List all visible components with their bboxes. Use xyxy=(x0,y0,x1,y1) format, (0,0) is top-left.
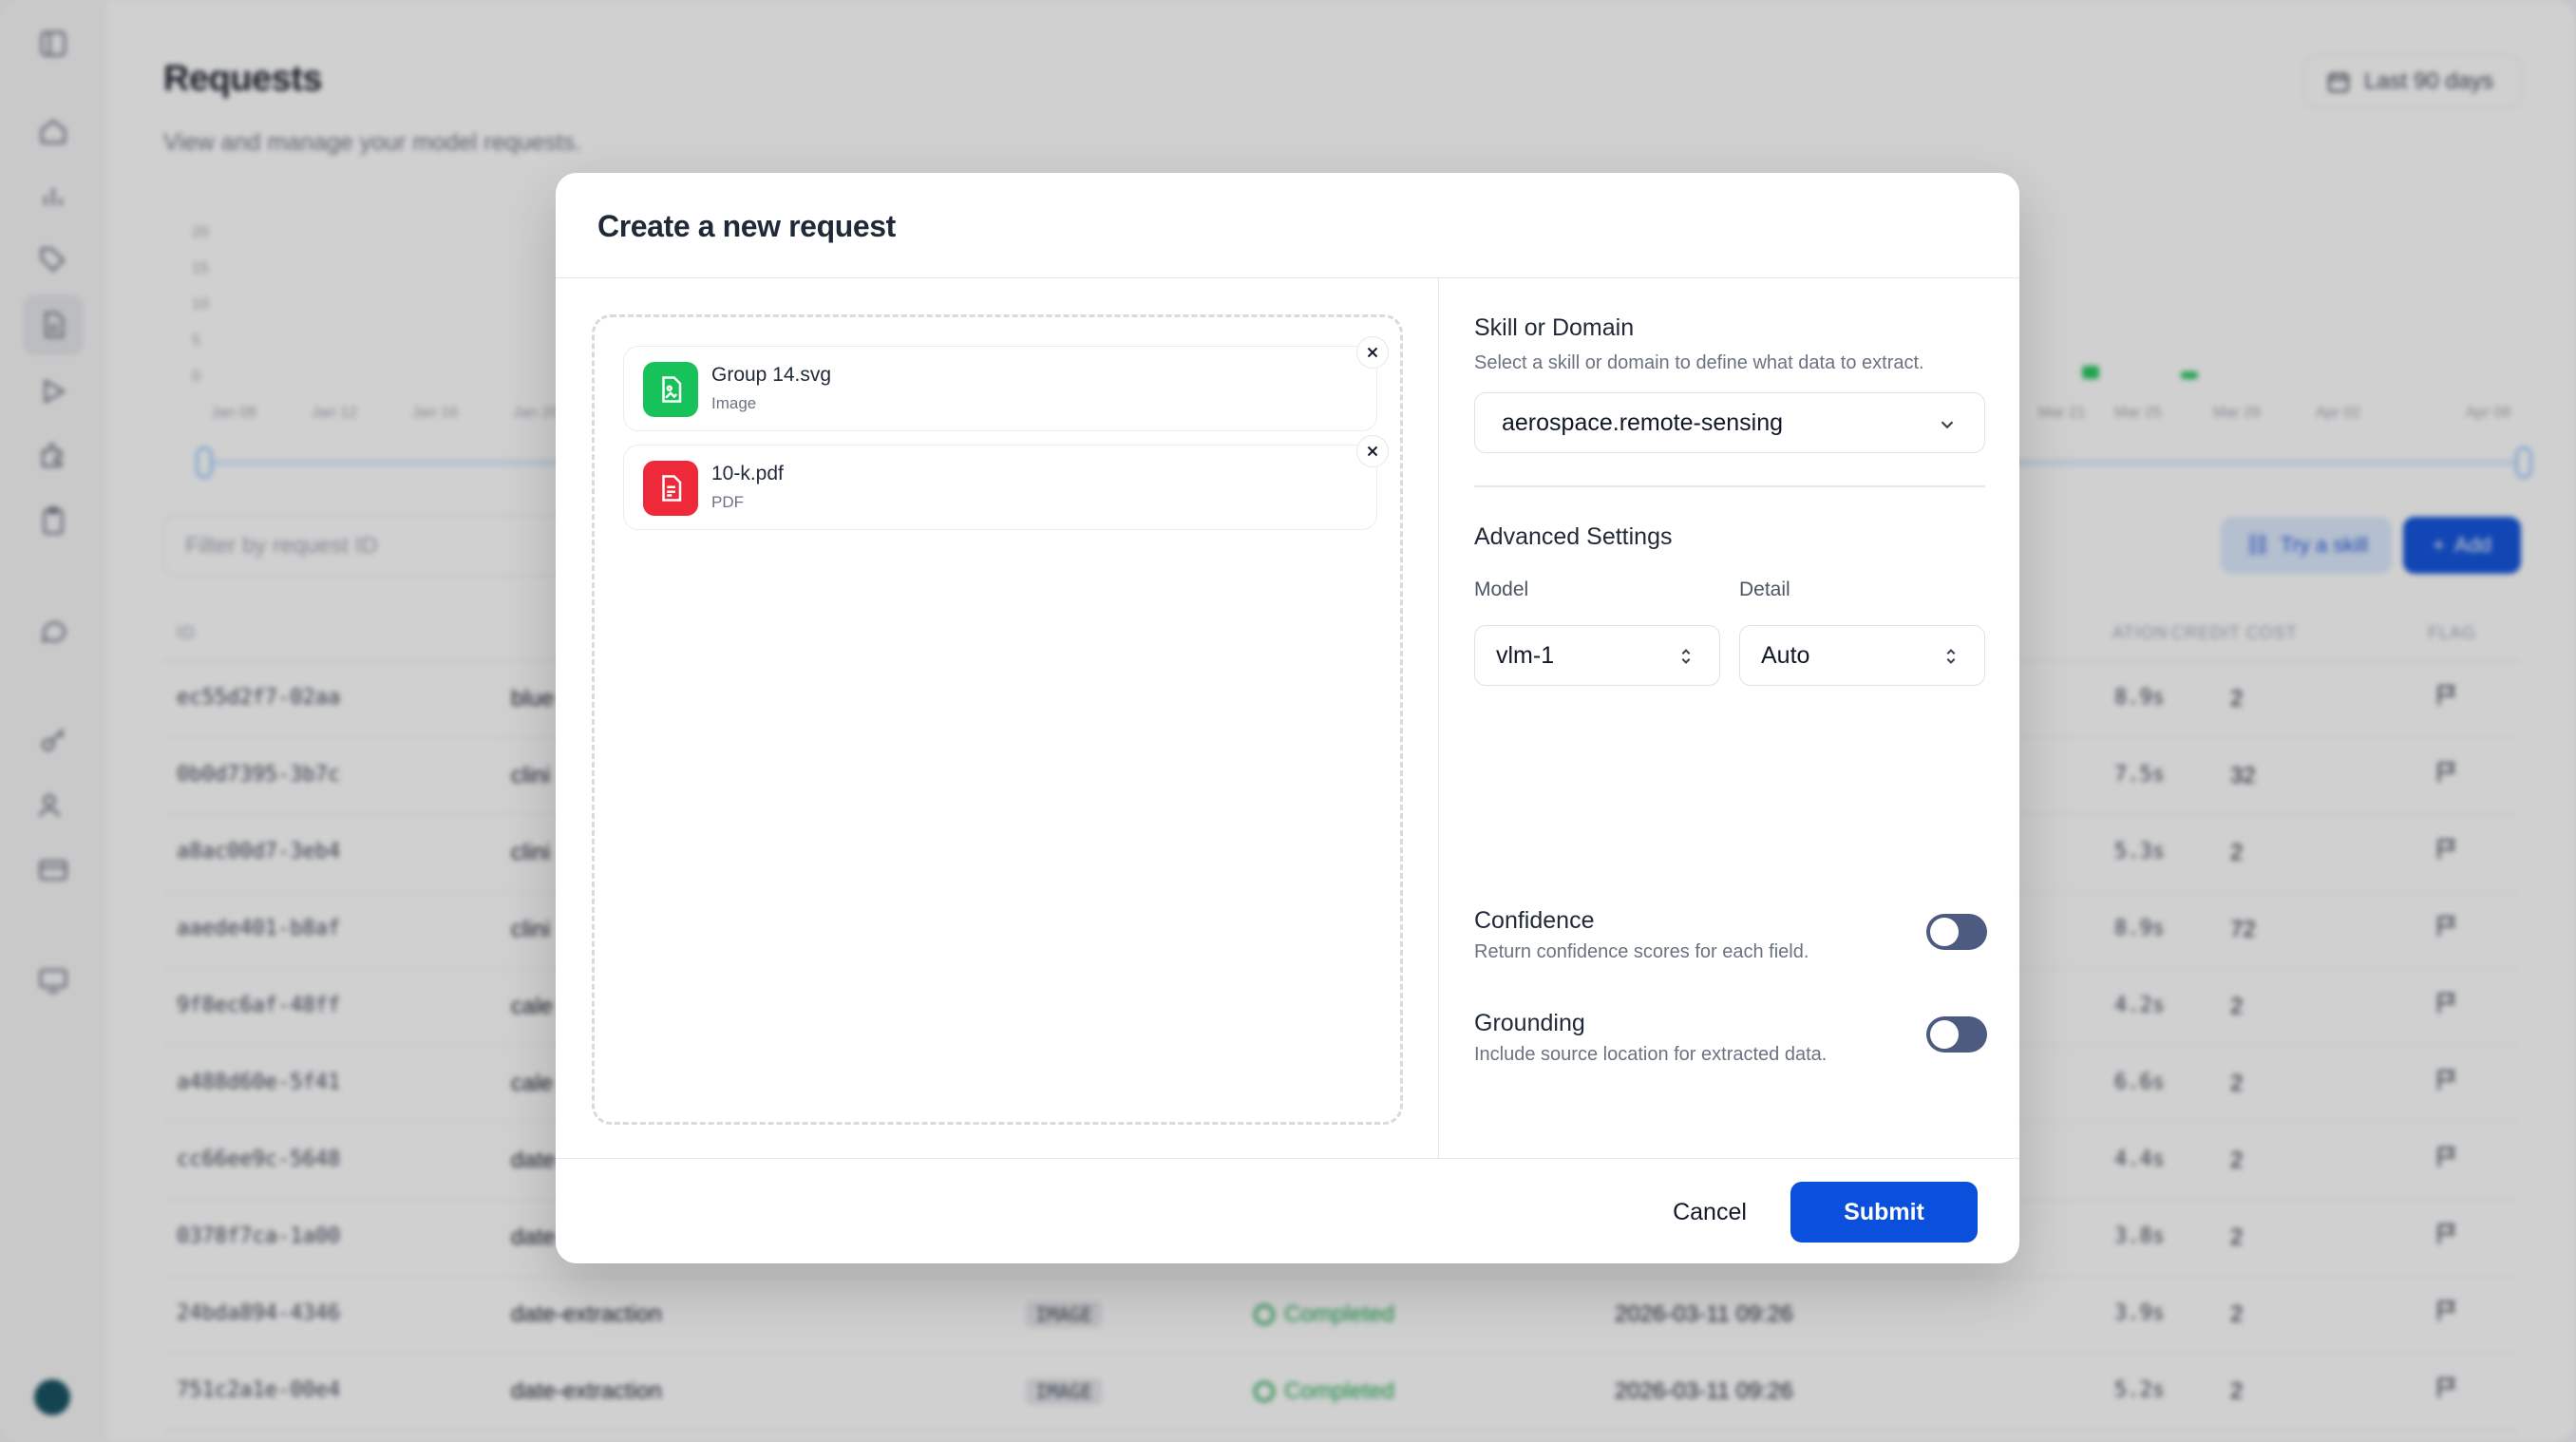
file-dropzone[interactable]: Group 14.svg Image 10-k.pdf PDF xyxy=(592,314,1403,1125)
close-icon xyxy=(1367,347,1378,358)
image-file-icon xyxy=(643,362,698,417)
submit-button[interactable]: Submit xyxy=(1790,1182,1978,1243)
file-card: 10-k.pdf PDF xyxy=(623,445,1377,530)
detail-label: Detail xyxy=(1739,579,1790,600)
grounding-description: Include source location for extracted da… xyxy=(1474,1044,1828,1065)
skill-label: Skill or Domain xyxy=(1474,314,1635,341)
file-type: PDF xyxy=(711,493,744,511)
confidence-toggle[interactable] xyxy=(1926,914,1987,950)
settings-pane: Skill or Domain Select a skill or domain… xyxy=(1440,278,2019,1158)
create-request-dialog: Create a new request Group 14.svg Image … xyxy=(556,173,2019,1263)
skill-select-value: aerospace.remote-sensing xyxy=(1502,408,1783,436)
cancel-button[interactable]: Cancel xyxy=(1648,1182,1771,1243)
file-name: Group 14.svg xyxy=(711,364,832,386)
grounding-toggle[interactable] xyxy=(1926,1016,1987,1053)
pdf-file-icon xyxy=(643,461,698,516)
remove-file-button[interactable] xyxy=(1356,435,1389,467)
chevrons-up-down-icon xyxy=(1681,649,1691,664)
remove-file-button[interactable] xyxy=(1356,336,1389,369)
dialog-title: Create a new request xyxy=(597,209,896,243)
file-type: Image xyxy=(711,394,757,412)
grounding-label: Grounding xyxy=(1474,1010,1585,1036)
model-label: Model xyxy=(1474,579,1529,600)
advanced-settings-heading: Advanced Settings xyxy=(1474,523,1673,550)
skill-select[interactable]: aerospace.remote-sensing xyxy=(1474,392,1985,453)
dialog-footer: Cancel Submit xyxy=(556,1158,2019,1263)
toggle-knob xyxy=(1930,918,1959,946)
toggle-knob xyxy=(1930,1020,1959,1049)
file-name: 10-k.pdf xyxy=(711,463,784,484)
close-icon xyxy=(1367,446,1378,457)
model-select-value: vlm-1 xyxy=(1496,641,1555,669)
chevrons-up-down-icon xyxy=(1946,649,1956,664)
chevron-down-icon xyxy=(1941,421,1954,429)
detail-select-value: Auto xyxy=(1761,641,1810,669)
model-select[interactable]: vlm-1 xyxy=(1474,625,1720,686)
confidence-label: Confidence xyxy=(1474,907,1595,934)
dialog-header: Create a new request xyxy=(556,173,2019,278)
detail-select[interactable]: Auto xyxy=(1739,625,1985,686)
upload-pane: Group 14.svg Image 10-k.pdf PDF xyxy=(556,278,1439,1158)
confidence-description: Return confidence scores for each field. xyxy=(1474,941,1809,962)
skill-description: Select a skill or domain to define what … xyxy=(1474,352,1924,373)
file-card: Group 14.svg Image xyxy=(623,346,1377,431)
divider xyxy=(1474,485,1985,487)
